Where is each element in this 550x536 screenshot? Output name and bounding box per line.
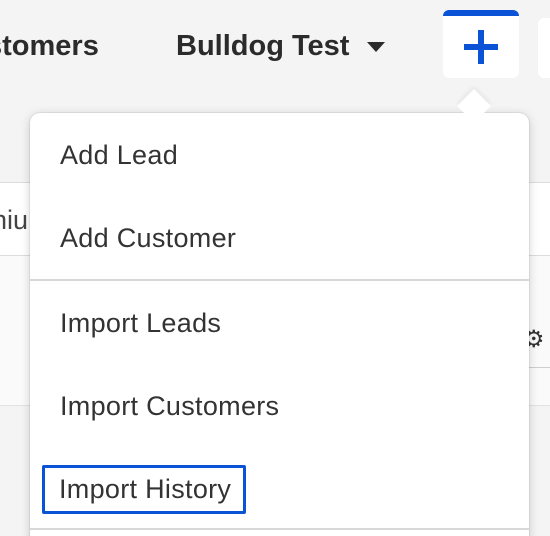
menu-divider bbox=[30, 528, 529, 530]
menu-item-label: Import Leads bbox=[60, 307, 222, 338]
account-name: Bulldog Test bbox=[176, 30, 350, 62]
menu-item-import-customers[interactable]: Import Customers bbox=[30, 370, 529, 442]
next-header-tab[interactable] bbox=[538, 18, 550, 78]
nav-customers-link[interactable]: stomers bbox=[0, 30, 99, 63]
menu-item-import-leads[interactable]: Import Leads bbox=[30, 287, 529, 359]
column-header-left[interactable]: niu bbox=[0, 205, 28, 236]
menu-item-add-customer[interactable]: Add Customer bbox=[30, 202, 529, 274]
menu-item-label: Add Lead bbox=[60, 139, 179, 170]
add-menu-dropdown: Add Lead Add Customer Import Leads Impor… bbox=[30, 113, 529, 536]
menu-item-label: Import History bbox=[42, 464, 247, 514]
account-switcher[interactable]: Bulldog Test bbox=[176, 30, 386, 63]
menu-divider bbox=[30, 279, 529, 281]
menu-item-label: Import Customers bbox=[60, 390, 280, 421]
plus-icon bbox=[464, 30, 498, 64]
menu-item-import-history[interactable]: Import History bbox=[30, 453, 529, 525]
menu-item-add-lead[interactable]: Add Lead bbox=[30, 119, 529, 191]
add-new-button[interactable] bbox=[443, 10, 519, 78]
menu-item-label: Add Customer bbox=[60, 222, 237, 253]
caret-down-icon bbox=[367, 41, 386, 52]
top-navigation-bar: stomers Bulldog Test bbox=[0, 0, 550, 104]
